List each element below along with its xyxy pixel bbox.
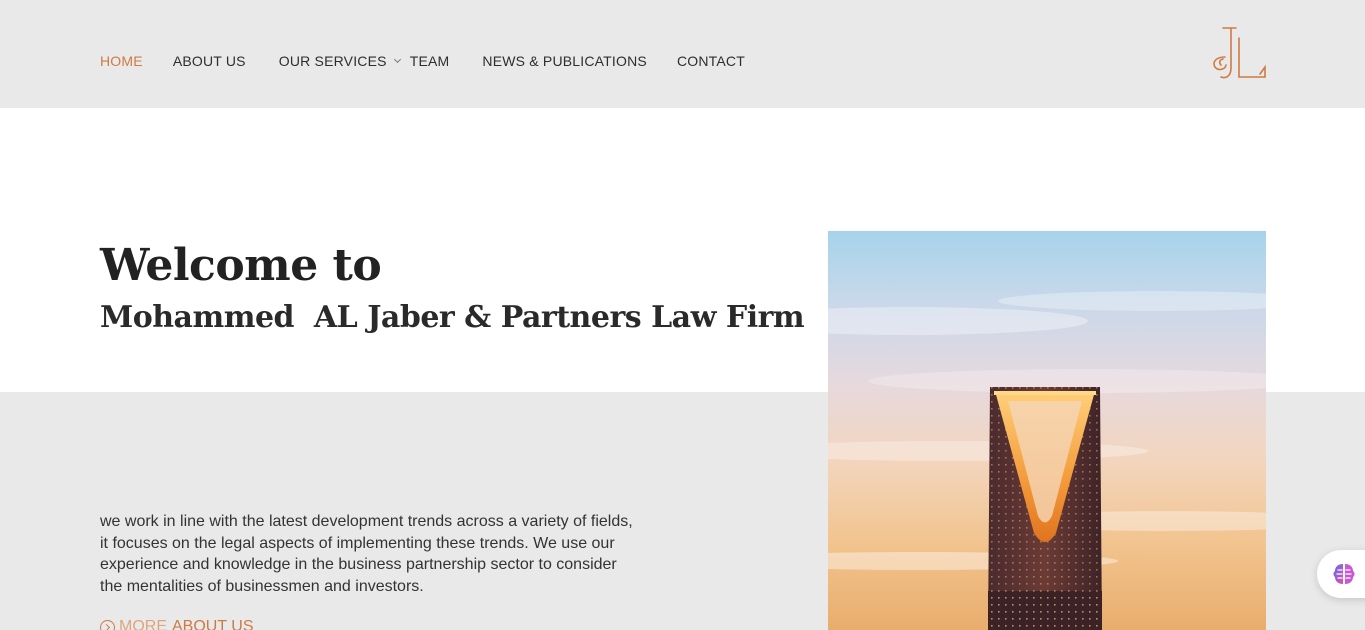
more-link-label: ABOUT US bbox=[172, 618, 254, 630]
intro-line: it focuses on the legal aspects of imple… bbox=[100, 534, 615, 552]
firm-monogram-icon[interactable] bbox=[1210, 24, 1270, 84]
assistant-widget[interactable] bbox=[1317, 550, 1365, 598]
nav-home[interactable]: HOME bbox=[100, 53, 143, 69]
nav-contact[interactable]: CONTACT bbox=[677, 53, 745, 69]
nav-our-services-label: OUR SERVICES bbox=[278, 53, 387, 69]
more-about-us-link[interactable]: MORE ABOUT US bbox=[100, 618, 254, 630]
welcome-heading: Welcome to bbox=[100, 240, 382, 291]
intro-line: experience and knowledge in the business… bbox=[100, 556, 617, 573]
intro-paragraph: we work in line with the latest developm… bbox=[100, 511, 680, 597]
nav-about-us[interactable]: ABOUT US bbox=[173, 53, 246, 69]
nav-news-publications[interactable]: NEWS & PUBLICATIONS bbox=[482, 53, 647, 69]
main-nav: HOME ABOUT US OUR SERVICES TEAM NEWS & P… bbox=[100, 53, 745, 69]
intro-line: the mentalities of businessmen and inves… bbox=[100, 577, 424, 595]
arrow-circle-icon bbox=[100, 619, 115, 630]
nav-team[interactable]: TEAM bbox=[410, 53, 450, 69]
kingdom-tower-image bbox=[828, 231, 1266, 630]
more-prefix: MORE bbox=[119, 618, 167, 630]
chevron-down-icon bbox=[393, 55, 401, 64]
nav-our-services[interactable]: OUR SERVICES bbox=[278, 53, 401, 69]
firm-name-heading: Mohammed AL Jaber & Partners Law Firm bbox=[100, 300, 805, 335]
intro-line: we work in line with the latest developm… bbox=[100, 513, 633, 530]
site-header: HOME ABOUT US OUR SERVICES TEAM NEWS & P… bbox=[0, 0, 1365, 108]
brain-icon bbox=[1333, 564, 1355, 584]
